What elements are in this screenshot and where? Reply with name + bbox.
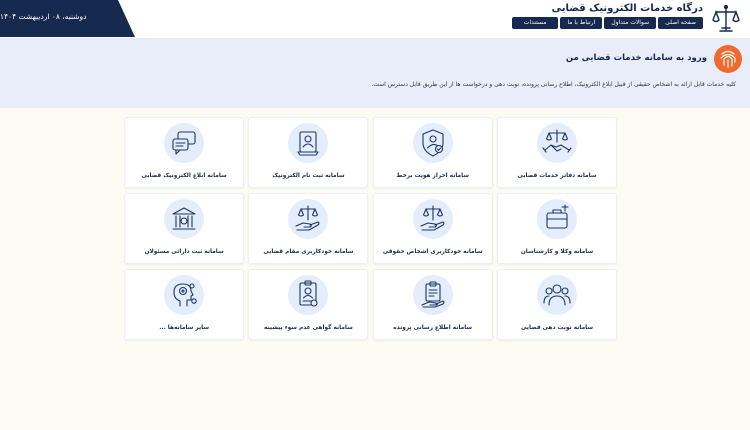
hand-scales-icon xyxy=(288,199,329,239)
service-card-label: سامانه وکلا و کارشناسان xyxy=(520,249,594,255)
briefcase-scales-icon xyxy=(537,199,577,239)
service-card-label: سامانه نوبت دهی قضایی xyxy=(520,325,594,331)
service-card-label: سامانه احراز هویت برخط xyxy=(396,173,470,179)
certificate-user-icon xyxy=(288,275,329,315)
services-grid: سامانه دفاتر خدمات قضایی سامانه احراز هو… xyxy=(124,117,617,340)
service-card-judicial-offices[interactable]: سامانه دفاتر خدمات قضایی xyxy=(497,117,617,188)
service-card-lawyers-experts[interactable]: سامانه وکلا و کارشناسان xyxy=(497,193,617,264)
intro-title: ورود به سامانه خدمات قضایی من xyxy=(565,53,707,63)
site-header: دوشنبه، ۰۸ اردیبهشت ۱۴۰۴ درگاه خدمات الک… xyxy=(0,0,750,39)
building-money-icon xyxy=(164,199,205,239)
nav-documents[interactable]: مستندات xyxy=(511,17,559,29)
id-card-icon xyxy=(288,123,329,163)
chat-bubbles-icon xyxy=(164,123,205,163)
service-card-label: سامانه ابلاغ الکترونیک قضایی xyxy=(141,173,227,179)
clipboard-hand-icon xyxy=(412,275,453,315)
intro-description: کلیه خدمات قابل ارائه به اشخاص حقیقی از … xyxy=(371,81,736,88)
hand-scales-icon xyxy=(412,199,453,239)
service-card-label: سامانه اطلاع رسانی پرونده xyxy=(393,325,473,331)
intro-section: ورود به سامانه خدمات قضایی من کلیه خدمات… xyxy=(0,38,750,108)
service-card-electronic-registration[interactable]: سامانه ثبت نام الکترونیک xyxy=(248,117,369,188)
head-gears-icon xyxy=(164,275,205,315)
people-group-icon xyxy=(537,275,577,315)
nav-faq[interactable]: سوالات متداول xyxy=(604,17,657,29)
site-title: درگاه خدمات الکترونیک قضایی xyxy=(551,3,703,14)
handshake-scales-icon xyxy=(537,123,577,163)
service-card-label: سامانه دفاتر خدمات قضایی xyxy=(517,173,597,179)
service-card-electronic-notice[interactable]: سامانه ابلاغ الکترونیک قضایی xyxy=(124,117,245,188)
top-navigation: صفحه اصلی سوالات متداول ارتباط با ما مست… xyxy=(511,17,703,29)
service-card-no-criminal-record[interactable]: سامانه گواهی عدم سوء پیشینه xyxy=(248,269,369,340)
nav-contact[interactable]: ارتباط با ما xyxy=(560,17,603,29)
service-card-label: سامانه خودکاربری اشخاص حقوقی xyxy=(382,249,483,255)
service-card-label: سایر سامانه‌ها ... xyxy=(159,325,210,331)
judiciary-emblem-icon[interactable] xyxy=(710,3,742,35)
service-card-case-information[interactable]: سامانه اطلاع رسانی پرونده xyxy=(372,269,493,340)
service-card-officials-assets[interactable]: سامانه ثبت دارائی مسئولان xyxy=(124,193,245,264)
current-date: دوشنبه، ۰۸ اردیبهشت ۱۴۰۴ xyxy=(0,12,87,21)
shield-user-icon xyxy=(412,123,453,163)
service-card-other-systems[interactable]: سایر سامانه‌ها ... xyxy=(124,269,245,340)
service-card-label: سامانه گواهی عدم سوء پیشینه xyxy=(263,325,353,331)
service-card-online-identity[interactable]: سامانه احراز هویت برخط xyxy=(372,117,493,188)
service-card-label: سامانه ثبت نام الکترونیک xyxy=(272,173,345,179)
login-fingerprint-icon xyxy=(714,45,742,73)
service-card-judicial-authority[interactable]: سامانه خودکاربری مقام قضایی xyxy=(248,193,369,264)
service-card-legal-entities[interactable]: سامانه خودکاربری اشخاص حقوقی xyxy=(372,193,493,264)
service-card-label: سامانه خودکاربری مقام قضایی xyxy=(263,249,354,255)
service-card-label: سامانه ثبت دارائی مسئولان xyxy=(144,249,224,255)
service-card-appointments[interactable]: سامانه نوبت دهی قضایی xyxy=(497,269,617,340)
nav-home[interactable]: صفحه اصلی xyxy=(658,17,703,29)
